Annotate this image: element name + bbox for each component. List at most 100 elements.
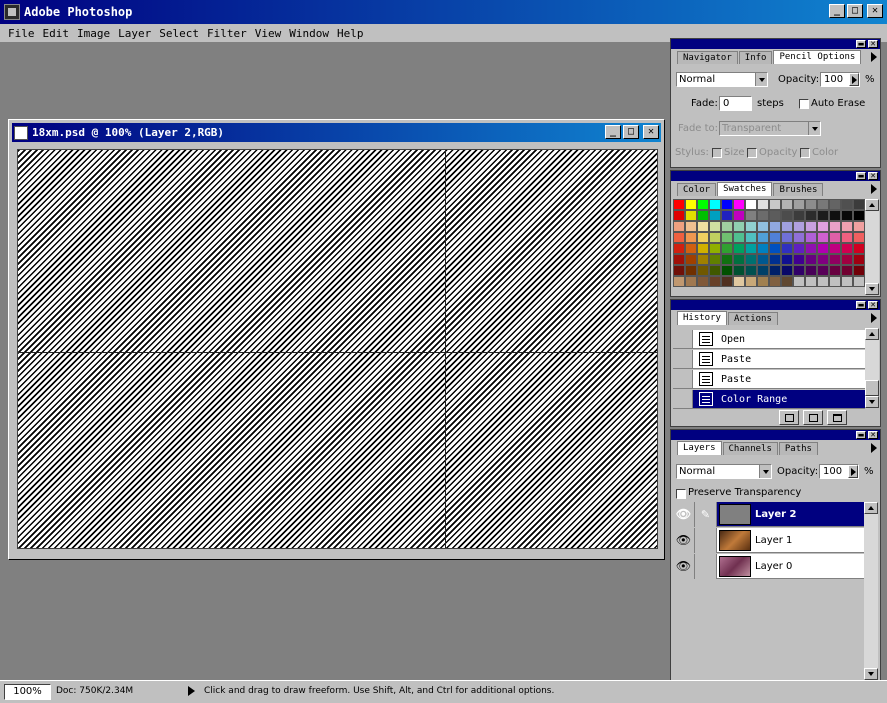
- tab-color[interactable]: Color: [677, 183, 717, 196]
- color-swatch[interactable]: [745, 243, 757, 254]
- color-swatch[interactable]: [817, 221, 829, 232]
- color-swatch[interactable]: [709, 276, 721, 287]
- history-item[interactable]: Open: [673, 330, 865, 349]
- color-swatch[interactable]: [685, 254, 697, 265]
- color-swatch[interactable]: [709, 265, 721, 276]
- color-swatch[interactable]: [841, 199, 853, 210]
- tab-channels[interactable]: Channels: [722, 442, 778, 455]
- color-swatch[interactable]: [793, 199, 805, 210]
- color-swatch[interactable]: [805, 221, 817, 232]
- swatches-scrollbar[interactable]: [865, 199, 879, 295]
- color-swatch[interactable]: [685, 199, 697, 210]
- color-swatch[interactable]: [817, 276, 829, 287]
- stylus-opacity-checkbox[interactable]: [747, 148, 757, 158]
- scroll-up-button[interactable]: [865, 199, 879, 211]
- menu-view[interactable]: View: [251, 27, 286, 40]
- blend-mode-dropdown[interactable]: Normal: [676, 72, 768, 87]
- color-swatch[interactable]: [769, 243, 781, 254]
- color-swatch[interactable]: [697, 276, 709, 287]
- color-swatch[interactable]: [757, 276, 769, 287]
- scroll-up-button[interactable]: [865, 328, 879, 340]
- menu-file[interactable]: File: [4, 27, 39, 40]
- color-swatch[interactable]: [793, 221, 805, 232]
- color-swatch[interactable]: [733, 199, 745, 210]
- color-swatch[interactable]: [733, 276, 745, 287]
- tab-actions[interactable]: Actions: [727, 312, 778, 325]
- history-item-selected[interactable]: Color Range: [673, 390, 865, 409]
- color-swatch[interactable]: [709, 221, 721, 232]
- color-swatch[interactable]: [817, 210, 829, 221]
- color-swatch[interactable]: [721, 232, 733, 243]
- color-swatch[interactable]: [805, 210, 817, 221]
- stylus-color-checkbox[interactable]: [800, 148, 810, 158]
- color-swatch[interactable]: [793, 243, 805, 254]
- color-swatch[interactable]: [745, 199, 757, 210]
- color-swatch[interactable]: [841, 243, 853, 254]
- color-swatch[interactable]: [757, 265, 769, 276]
- layer-opacity-input[interactable]: 100: [819, 464, 859, 479]
- color-swatch[interactable]: [829, 232, 841, 243]
- color-swatch[interactable]: [721, 254, 733, 265]
- color-swatch[interactable]: [721, 221, 733, 232]
- status-menu-arrow-icon[interactable]: [188, 686, 195, 696]
- color-swatch[interactable]: [841, 221, 853, 232]
- color-swatch[interactable]: [829, 254, 841, 265]
- layer-opacity-arrow-icon[interactable]: [848, 465, 858, 478]
- tab-brushes[interactable]: Brushes: [773, 183, 824, 196]
- color-swatch[interactable]: [853, 210, 865, 221]
- layer-row[interactable]: 👁 Layer 1: [673, 527, 864, 553]
- color-swatch[interactable]: [673, 232, 685, 243]
- opacity-slider-arrow-icon[interactable]: [849, 73, 859, 86]
- panel-minimize-button[interactable]: ▬: [856, 301, 866, 309]
- color-swatch[interactable]: [769, 210, 781, 221]
- color-swatch[interactable]: [721, 276, 733, 287]
- doc-minimize-button[interactable]: _: [605, 125, 621, 139]
- color-swatch[interactable]: [745, 232, 757, 243]
- history-item[interactable]: Paste: [673, 350, 865, 369]
- color-swatch[interactable]: [685, 221, 697, 232]
- preserve-transparency-checkbox[interactable]: [676, 489, 686, 499]
- layer-row[interactable]: 👁 Layer 0: [673, 553, 864, 579]
- fade-to-dropdown[interactable]: Transparent: [719, 121, 821, 136]
- color-swatch[interactable]: [673, 243, 685, 254]
- panel-menu-arrow-icon[interactable]: [871, 184, 877, 194]
- color-swatch[interactable]: [673, 254, 685, 265]
- menu-window[interactable]: Window: [285, 27, 333, 40]
- scroll-up-button[interactable]: [864, 502, 878, 514]
- panel-close-button[interactable]: ✕: [868, 172, 878, 180]
- color-swatch[interactable]: [733, 210, 745, 221]
- scroll-down-button[interactable]: [865, 283, 879, 295]
- layers-scrollbar[interactable]: [864, 502, 878, 680]
- tab-swatches[interactable]: Swatches: [717, 182, 773, 196]
- color-swatch[interactable]: [697, 210, 709, 221]
- color-swatch[interactable]: [817, 265, 829, 276]
- color-swatch[interactable]: [709, 199, 721, 210]
- color-swatch[interactable]: [757, 221, 769, 232]
- color-swatch[interactable]: [805, 232, 817, 243]
- document-icon[interactable]: [14, 125, 28, 140]
- color-swatch[interactable]: [781, 221, 793, 232]
- color-swatch[interactable]: [817, 232, 829, 243]
- color-swatch[interactable]: [757, 243, 769, 254]
- stylus-size-checkbox[interactable]: [712, 148, 722, 158]
- color-swatch[interactable]: [745, 221, 757, 232]
- color-swatch[interactable]: [769, 265, 781, 276]
- color-swatch[interactable]: [769, 221, 781, 232]
- color-swatch[interactable]: [805, 199, 817, 210]
- color-swatch[interactable]: [853, 254, 865, 265]
- color-swatch[interactable]: [781, 243, 793, 254]
- layer-blend-mode-dropdown[interactable]: Normal: [676, 464, 772, 479]
- auto-erase-checkbox[interactable]: [799, 99, 809, 109]
- eye-icon[interactable]: 👁: [673, 527, 695, 553]
- color-swatch[interactable]: [685, 243, 697, 254]
- zoom-level-input[interactable]: 100%: [4, 684, 51, 700]
- color-swatch[interactable]: [673, 210, 685, 221]
- color-swatch[interactable]: [745, 210, 757, 221]
- color-swatch[interactable]: [853, 232, 865, 243]
- color-swatch[interactable]: [745, 276, 757, 287]
- document-title-bar[interactable]: 18xm.psd @ 100% (Layer 2,RGB) _ □ ✕: [12, 123, 661, 142]
- color-swatch[interactable]: [769, 254, 781, 265]
- opacity-input[interactable]: 100: [820, 72, 860, 87]
- minimize-button[interactable]: _: [829, 4, 845, 18]
- color-swatch[interactable]: [709, 243, 721, 254]
